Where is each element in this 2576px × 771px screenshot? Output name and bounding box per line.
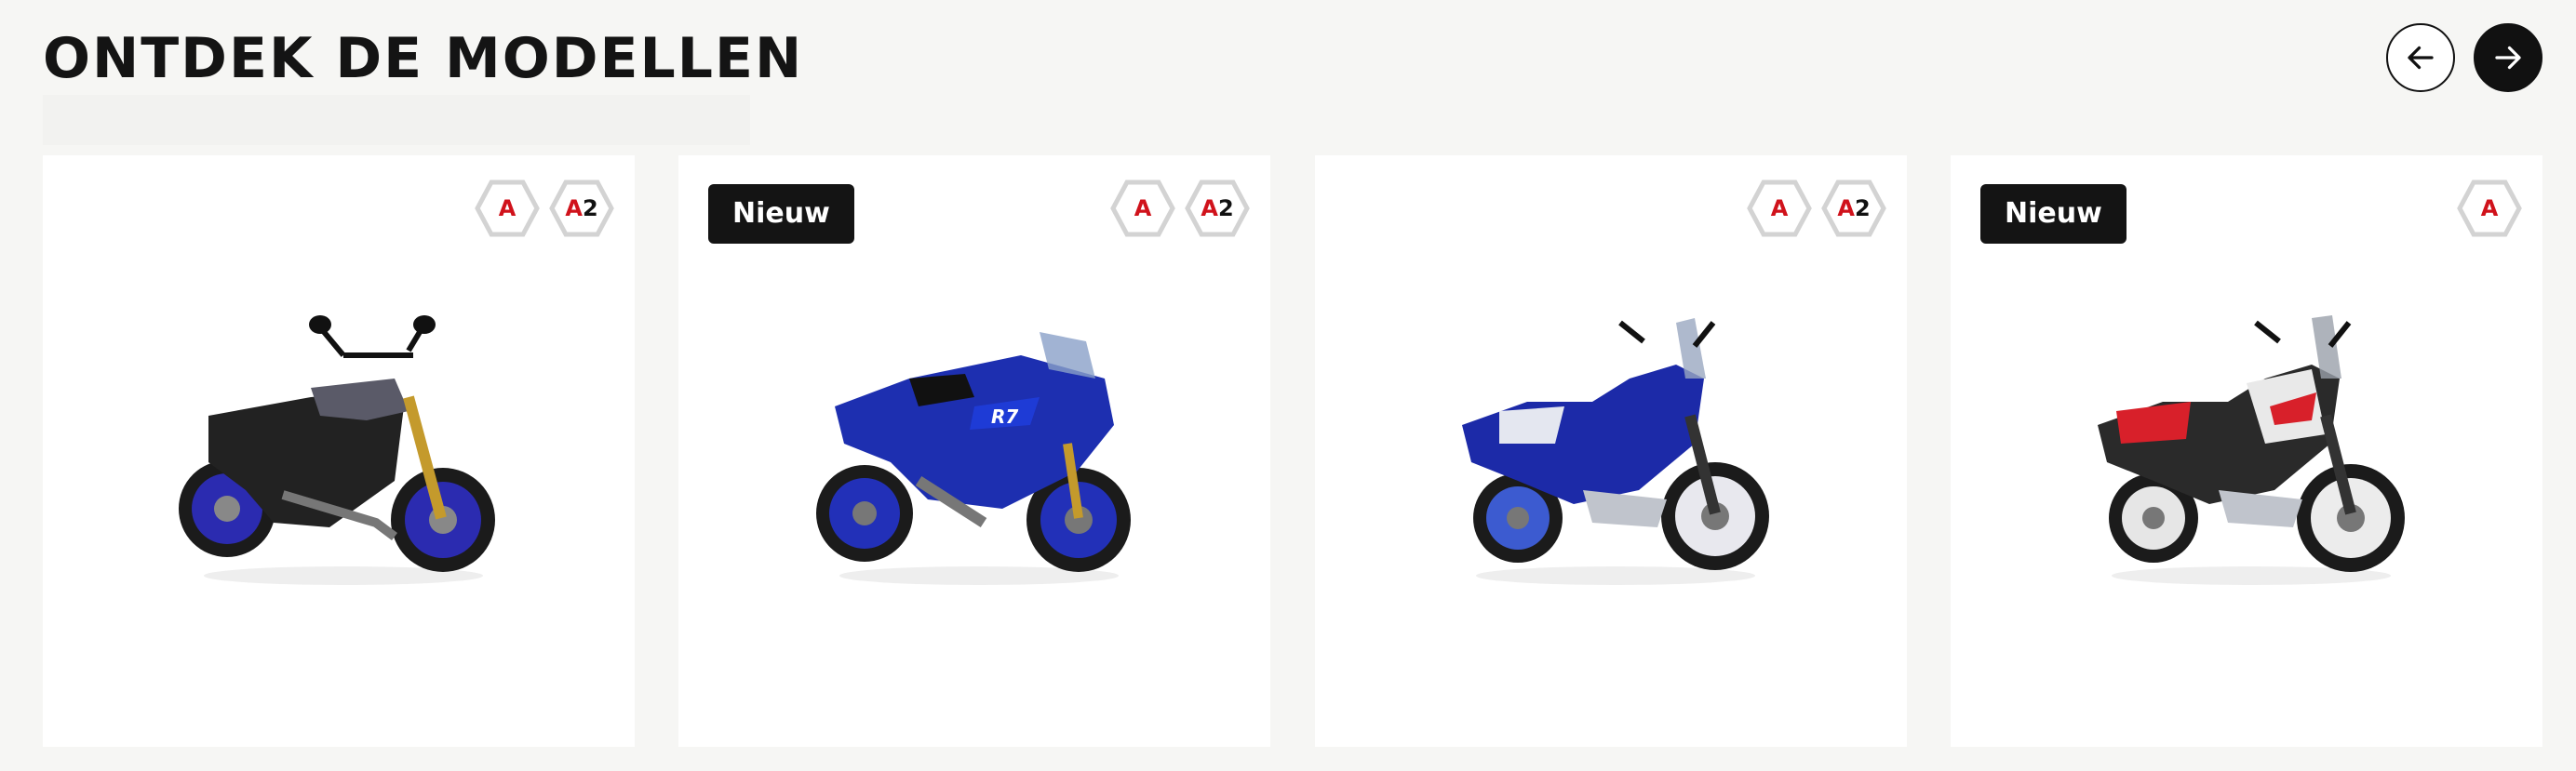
motorcycle-image <box>2098 315 2405 585</box>
license-letter: A <box>1201 195 1218 221</box>
license-a2-badge: A2 <box>549 179 614 238</box>
license-letter: A <box>2480 195 2499 221</box>
license-badges: A A2 <box>1747 179 1886 238</box>
title-shadow <box>43 95 750 145</box>
model-card[interactable]: A A2 <box>43 155 635 747</box>
carousel-prev-button[interactable] <box>2386 23 2455 92</box>
license-a-badge: A <box>2457 179 2522 238</box>
model-card[interactable]: Nieuw A A2 R7 <box>678 155 1270 747</box>
new-badge: Nieuw <box>1980 184 2127 244</box>
license-badges: A A2 <box>475 179 614 238</box>
license-a-badge: A <box>475 179 540 238</box>
license-letter: A <box>565 195 583 221</box>
model-card[interactable]: Nieuw A <box>1951 155 2542 747</box>
motorcycle-image <box>1462 318 1769 585</box>
license-letter: A <box>1770 195 1789 221</box>
license-a2-badge: A2 <box>1185 179 1250 238</box>
svg-text:R7: R7 <box>991 405 1018 428</box>
motorcycle-image: R7 <box>816 332 1131 585</box>
page-title: ONTDEK DE MODELLEN <box>43 26 804 91</box>
model-carousel: A A2 Nieuw A A 2 R7 A A 2 Nieuw A <box>43 155 2542 747</box>
license-letter: A <box>1837 195 1855 221</box>
license-suffix: 2 <box>1217 195 1234 221</box>
license-suffix: 2 <box>582 195 598 221</box>
motorcycle-image <box>179 315 495 585</box>
license-badges: A A2 <box>1110 179 1250 238</box>
model-card[interactable]: A A2 <box>1315 155 1907 747</box>
license-a2-badge: A2 <box>1821 179 1886 238</box>
license-letter: A <box>498 195 517 221</box>
license-a-badge: A <box>1110 179 1175 238</box>
new-badge: Nieuw <box>708 184 854 244</box>
license-badges: A <box>2457 179 2522 238</box>
license-suffix: 2 <box>1854 195 1871 221</box>
carousel-next-button[interactable] <box>2474 23 2542 92</box>
license-a-badge: A <box>1747 179 1812 238</box>
arrow-right-icon <box>2495 46 2521 70</box>
license-letter: A <box>1134 195 1152 221</box>
arrow-left-icon <box>2408 46 2434 70</box>
